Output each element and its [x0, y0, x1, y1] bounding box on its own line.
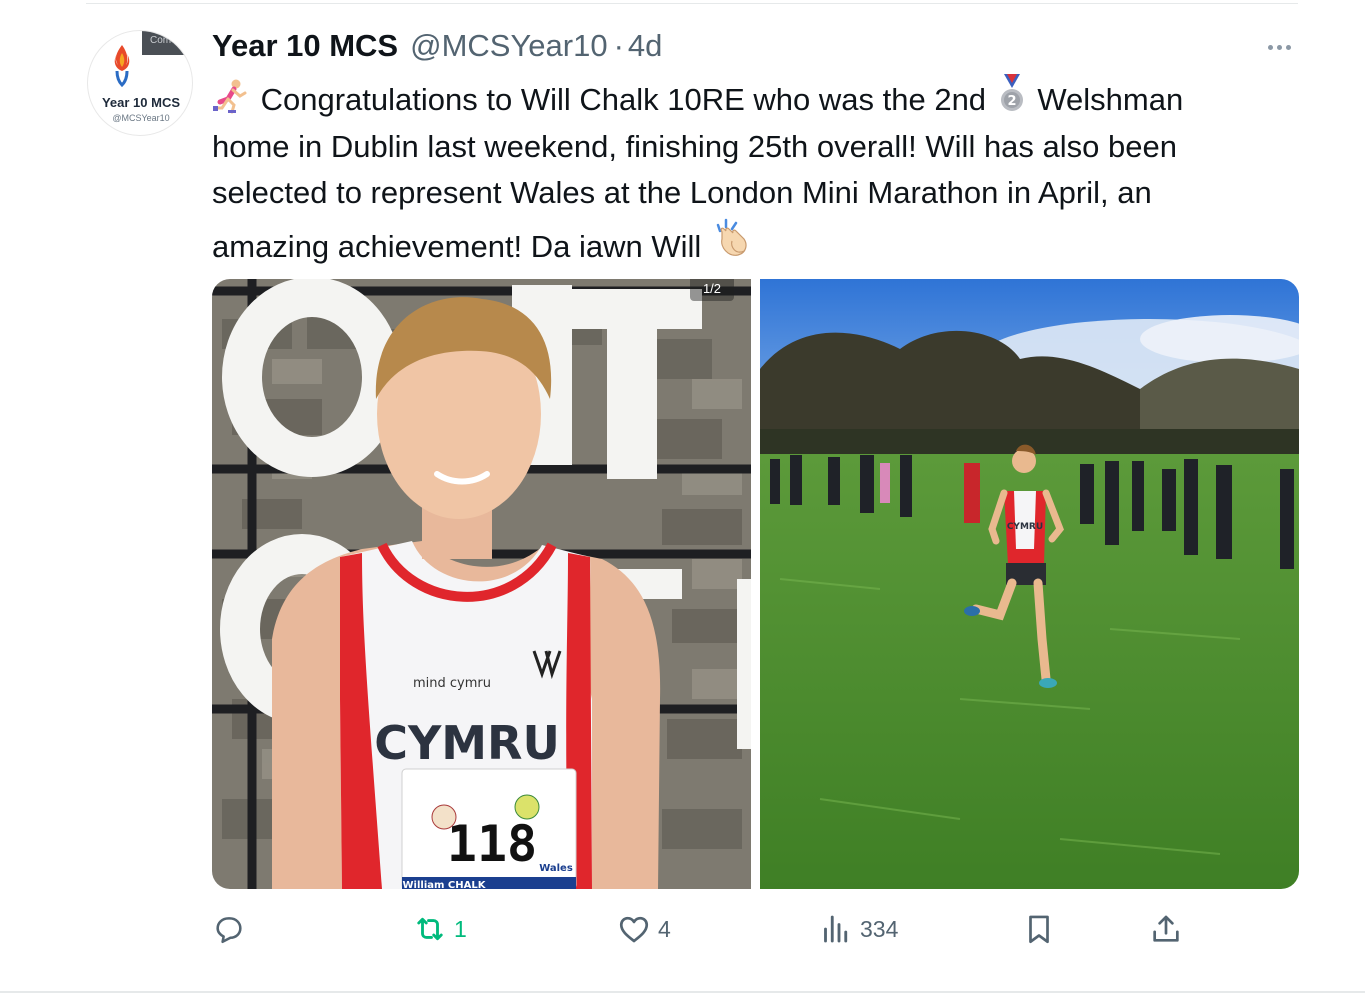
- bookmark-button[interactable]: [1022, 905, 1056, 953]
- tweet-body: Congratulations to Will Chalk 10RE who w…: [212, 74, 1292, 270]
- second-place-medal-icon: 2: [1000, 74, 1023, 111]
- avatar-label: Year 10 MCS: [101, 95, 181, 110]
- reply-icon: [216, 917, 242, 944]
- tweet-text-line1-a: Congratulations to Will Chalk 10RE who w…: [260, 82, 987, 117]
- bottom-divider: [0, 991, 1365, 993]
- avatar-banner-text: Com: [150, 35, 172, 46]
- torch-flame-icon: [114, 45, 130, 88]
- vest-text: CYMRU: [374, 716, 560, 770]
- avatar-handle: @MCSYear10: [112, 113, 170, 123]
- heart-icon: [619, 916, 649, 943]
- share-button[interactable]: [1149, 905, 1183, 953]
- tweet-action-bar: 1 4 334: [212, 905, 1302, 953]
- tweet-line-4: amazing achievement! Da iawn Will: [212, 217, 1292, 271]
- photo-runner-action[interactable]: CYMRU: [760, 279, 1299, 889]
- clapping-hands-icon: [716, 218, 747, 256]
- views-button[interactable]: 334: [818, 905, 898, 953]
- retweet-icon: [417, 917, 443, 941]
- media-counter: 1/2: [690, 279, 734, 301]
- tweet-text-line4: amazing achievement! Da iawn Will: [212, 228, 702, 264]
- share-icon: [1153, 915, 1179, 942]
- tweet-header: Year 10 MCS @MCSYear10 · 4d: [212, 28, 662, 68]
- tweet-line-2: home in Dublin last weekend, finishing 2…: [212, 128, 1177, 164]
- author-avatar[interactable]: Com Year 10 MCS @MCSYear10: [87, 30, 193, 136]
- top-divider: [86, 3, 1298, 4]
- reply-button[interactable]: [212, 905, 252, 953]
- photo-runner-portrait[interactable]: CYMRU mind cymru 118 William CHALK Wales…: [212, 279, 751, 889]
- views-icon: [824, 915, 848, 943]
- bookmark-icon: [1029, 915, 1049, 944]
- avatar-banner: Com: [142, 31, 192, 55]
- bib-region: Wales: [539, 863, 573, 874]
- runner-vest-text: CYMRU: [1007, 522, 1043, 532]
- tweet-line-1: Congratulations to Will Chalk 10RE who w…: [212, 74, 1292, 124]
- bib-number: 118: [447, 815, 537, 873]
- bib-name: William CHALK: [403, 880, 487, 889]
- views-count: 334: [860, 915, 899, 942]
- portrait-photo-image: CYMRU mind cymru 118 William CHALK Wales: [212, 279, 751, 889]
- like-count: 4: [658, 915, 671, 942]
- author-display-name[interactable]: Year 10 MCS: [212, 28, 398, 64]
- svg-text:2: 2: [1007, 94, 1016, 109]
- tweet-text-line1-b: Welshman: [1037, 82, 1184, 117]
- action-photo-image: CYMRU: [760, 279, 1299, 889]
- vest-brand-text: mind cymru: [413, 676, 491, 691]
- header-separator: ·: [613, 28, 624, 63]
- retweet-button[interactable]: 1: [412, 905, 467, 953]
- runner-emoji-icon: [213, 79, 247, 114]
- author-handle[interactable]: @MCSYear10: [410, 28, 607, 64]
- tweet-media-grid: CYMRU mind cymru 118 William CHALK Wales…: [212, 279, 1299, 889]
- like-button[interactable]: 4: [616, 905, 671, 953]
- tweet-line-3: selected to represent Wales at the Londo…: [212, 175, 1152, 210]
- tweet-timestamp[interactable]: 4d: [628, 28, 662, 64]
- more-options-icon[interactable]: [1262, 38, 1296, 56]
- retweet-count: 1: [454, 915, 467, 942]
